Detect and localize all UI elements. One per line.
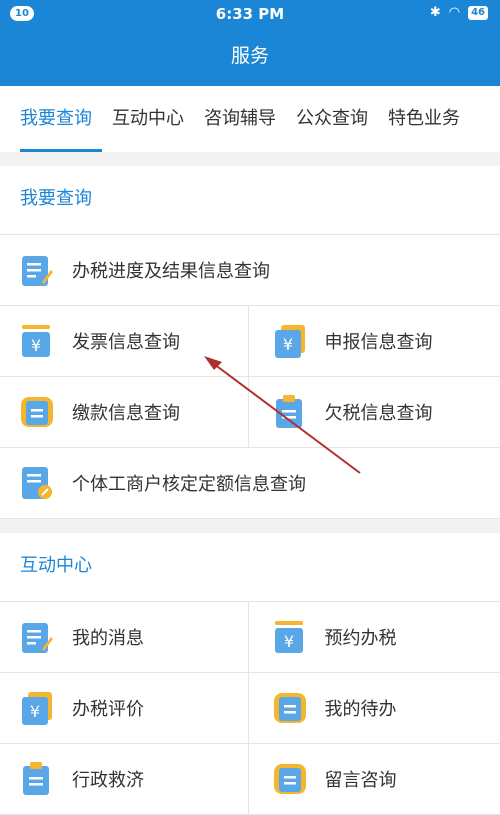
- item-label: 我的消息: [72, 624, 144, 650]
- item-label: 行政救济: [72, 766, 144, 792]
- document-stamp-icon: [20, 465, 54, 501]
- admin-relief-item[interactable]: 行政救济: [0, 744, 248, 814]
- section-query: 我要查询 办税进度及结果信息查询 ¥ 发票信息查询 ¥ 申报信息查询 缴: [0, 166, 500, 519]
- status-bar: 10 6:33 PM ✱ ◠ 46: [0, 0, 500, 28]
- payment-receipt-icon: [273, 690, 307, 726]
- svg-text:¥: ¥: [30, 702, 40, 721]
- item-label: 个体工商户核定定额信息查询: [72, 470, 306, 496]
- tab-public-query[interactable]: 公众查询: [286, 86, 378, 152]
- payment-query-item[interactable]: 缴款信息查询: [0, 377, 248, 447]
- tab-special-business[interactable]: 特色业务: [378, 86, 470, 152]
- item-label: 办税进度及结果信息查询: [72, 257, 270, 283]
- item-label: 留言咨询: [325, 766, 397, 792]
- invoice-query-item[interactable]: ¥ 发票信息查询: [0, 306, 248, 376]
- appointment-item[interactable]: ¥ 预约办税: [248, 602, 500, 672]
- arrears-query-item[interactable]: 欠税信息查询: [248, 377, 500, 447]
- message-consult-item[interactable]: 留言咨询: [248, 744, 500, 814]
- my-messages-item[interactable]: 我的消息: [0, 602, 248, 672]
- item-label: 申报信息查询: [325, 328, 433, 354]
- quota-query-item[interactable]: 个体工商户核定定额信息查询: [0, 448, 500, 518]
- svg-text:¥: ¥: [31, 336, 41, 355]
- tab-interaction-center[interactable]: 互动中心: [102, 86, 194, 152]
- item-label: 我的待办: [325, 695, 397, 721]
- yuan-card-icon: ¥: [20, 323, 54, 359]
- evaluation-item[interactable]: ¥ 办税评价: [0, 673, 248, 743]
- payment-receipt-icon: [273, 761, 307, 797]
- tab-consulting[interactable]: 咨询辅导: [194, 86, 286, 152]
- clipboard-icon: [20, 761, 54, 797]
- item-label: 办税评价: [72, 695, 144, 721]
- item-label: 缴款信息查询: [72, 399, 180, 425]
- document-edit-icon: [20, 252, 54, 288]
- declare-query-item[interactable]: ¥ 申报信息查询: [248, 306, 500, 376]
- section-title: 互动中心: [0, 533, 500, 602]
- document-edit-icon: [20, 619, 54, 655]
- section-interaction: 互动中心 我的消息 ¥ 预约办税 ¥ 办税评价 我的待办: [0, 533, 500, 815]
- clipboard-icon: [273, 394, 307, 430]
- yuan-card-icon: ¥: [273, 619, 307, 655]
- svg-text:¥: ¥: [283, 632, 293, 651]
- item-label: 预约办税: [325, 624, 397, 650]
- item-label: 发票信息查询: [72, 328, 180, 354]
- progress-query-item[interactable]: 办税进度及结果信息查询: [0, 235, 500, 305]
- page-title: 服务: [0, 28, 500, 86]
- payment-receipt-icon: [20, 394, 54, 430]
- tab-bar: 我要查询 互动中心 咨询辅导 公众查询 特色业务: [0, 86, 500, 152]
- yuan-stack-icon: ¥: [20, 690, 54, 726]
- bluetooth-icon: ✱: [430, 5, 441, 20]
- my-todo-item[interactable]: 我的待办: [248, 673, 500, 743]
- battery-icon: 46: [468, 6, 488, 20]
- item-label: 欠税信息查询: [325, 399, 433, 425]
- tab-my-query[interactable]: 我要查询: [0, 86, 102, 152]
- yuan-stack-icon: ¥: [273, 323, 307, 359]
- svg-text:¥: ¥: [282, 335, 292, 354]
- wifi-icon: ◠: [449, 5, 460, 20]
- section-title: 我要查询: [0, 166, 500, 235]
- status-time: 6:33 PM: [0, 5, 500, 23]
